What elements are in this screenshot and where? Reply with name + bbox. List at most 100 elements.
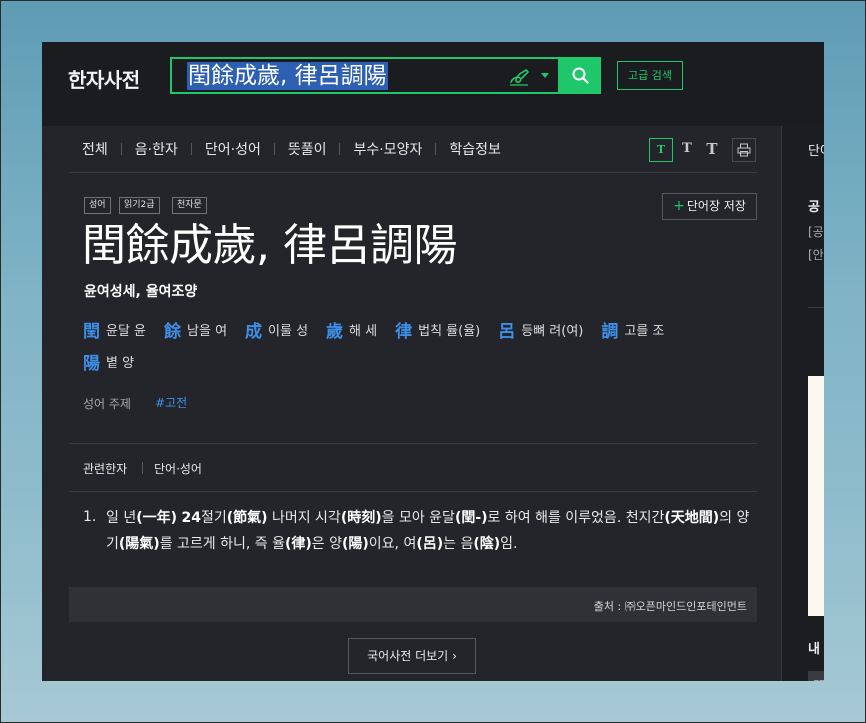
hanja-item: 餘 남을 여 [164, 317, 227, 342]
topic-tag-link[interactable]: #고전 [155, 394, 187, 411]
hanja-link[interactable]: 成 [245, 317, 262, 342]
sidebar-heading: 내 [808, 642, 820, 657]
handwriting-icon[interactable] [508, 67, 530, 87]
source-bar: 출처 : ㈜오픈마인드인포테인먼트 [69, 587, 757, 622]
tab-sound-hanja[interactable]: 음·한자 [135, 139, 178, 159]
menu-divider [339, 143, 341, 155]
hanja-link[interactable]: 呂 [498, 317, 515, 342]
hanja-list-row-1: 閏 윤달 윤 餘 남을 여 成 이룰 성 歲 해 세 律 법칙 률(율) 呂 등뼈 려(여)… [83, 317, 682, 342]
search-button[interactable] [560, 57, 601, 94]
hanja-meaning: 남을 여 [187, 323, 228, 339]
definition-hanja-segment: 24 [181, 510, 201, 526]
hanja-link[interactable]: 調 [601, 317, 618, 342]
menu-divider [190, 143, 192, 155]
save-to-wordbook-button[interactable]: + 단어장 저장 [662, 193, 757, 220]
menu-divider [435, 143, 437, 155]
more-dictionary-button[interactable]: 국어사전 더보기 › [348, 638, 476, 674]
section-divider [69, 443, 757, 444]
brand-logo[interactable]: 한자사전 [68, 64, 140, 93]
hanja-link[interactable]: 陽 [83, 349, 100, 374]
definition-segment: 일 년 [106, 510, 137, 526]
font-size-medium-button[interactable]: T [675, 138, 699, 162]
hanja-link[interactable]: 閏 [83, 317, 100, 342]
hanja-meaning: 볕 양 [106, 355, 135, 371]
hanja-item: 律 법칙 률(율) [395, 317, 480, 342]
menu-divider-line [69, 172, 757, 173]
hanja-meaning: 이룰 성 [268, 323, 309, 339]
definition-segment: 를 고르게 하니, 즉 율 [159, 536, 285, 552]
definition-hanja-segment: (閏-) [454, 510, 488, 526]
chevron-right-icon: › [452, 649, 457, 663]
right-sidebar: 단어 공 [공 [안 내 閏 [781, 126, 824, 681]
sidebar-line: [안 [808, 248, 824, 262]
menu-divider [273, 143, 275, 155]
definition-segment: 임. [500, 536, 518, 552]
idiom-topic-label: 성어 주제 [83, 397, 131, 411]
definition-hanja-segment: (一年) [136, 510, 178, 526]
hanja-link[interactable]: 律 [395, 317, 412, 342]
search-box[interactable]: 閏餘成歲, 律呂調陽 [170, 57, 560, 94]
hanja-meaning: 등뼈 려(여) [521, 323, 584, 339]
hanja-item: 陽볕 양 [83, 349, 134, 374]
chevron-down-icon[interactable] [541, 73, 549, 78]
search-icon [572, 67, 589, 84]
font-size-small-button[interactable]: T [649, 138, 673, 162]
section-divider [69, 491, 757, 492]
hanja-item: 調 고를 조 [601, 317, 664, 342]
print-button[interactable] [732, 138, 756, 162]
source-text: 출처 : ㈜오픈마인드인포테인먼트 [593, 600, 747, 613]
definition-hanja-segment: (陽氣) [118, 536, 160, 552]
print-icon [737, 143, 751, 157]
definition-hanja-segment: (律) [284, 536, 312, 552]
hanja-item: 呂 등뼈 려(여) [498, 317, 583, 342]
sidebar-tab[interactable]: 단어 [808, 140, 824, 159]
entry-reading: 윤여성세, 율여조양 [84, 284, 198, 300]
hanja-meaning: 법칙 률(율) [418, 323, 481, 339]
definition-hanja-segment: (陰) [473, 536, 501, 552]
tab-meaning[interactable]: 뜻풀이 [288, 139, 327, 159]
font-size-large-button[interactable]: T [700, 138, 724, 162]
hanja-meaning: 윤달 윤 [106, 323, 147, 339]
tab-radical-shape[interactable]: 부수·모양자 [353, 139, 422, 159]
definition-text: 일 년(一年) 24절기(節氣) 나머지 시각(時刻)을 모아 윤달(閏-)로 … [106, 505, 756, 557]
tab-all[interactable]: 전체 [82, 139, 108, 159]
badge-idiom: 성어 [84, 197, 111, 214]
category-menu: 전체 음·한자 단어·성어 뜻풀이 부수·모양자 학습정보 [82, 139, 501, 159]
search-input[interactable]: 閏餘成歲, 律呂調陽 [187, 62, 388, 90]
hanja-meaning: 고를 조 [624, 323, 665, 339]
tab-related-hanja[interactable]: 관련한자 [83, 460, 127, 477]
dictionary-app: 한자사전 閏餘成歲, 律呂調陽 고급 검색 전체 음·한자 단어·성어 뜻풀이 … [42, 42, 824, 681]
hanja-item: 成 이룰 성 [245, 317, 308, 342]
definition-hanja-segment: (天地間) [664, 510, 720, 526]
sidebar-hanja-chip[interactable]: 閏 [808, 671, 824, 681]
advanced-search-button[interactable]: 고급 검색 [617, 61, 683, 90]
sidebar-panel [808, 376, 824, 616]
tab-word-idiom[interactable]: 단어·성어 [205, 139, 261, 159]
tab-learning-info[interactable]: 학습정보 [449, 139, 501, 159]
definition-segment: 은 양 [311, 536, 342, 552]
sidebar-divider [808, 307, 824, 308]
definition-number: 1. [83, 509, 97, 525]
more-label: 국어사전 더보기 [367, 649, 449, 663]
hanja-item: 閏 윤달 윤 [83, 317, 146, 342]
hanja-link[interactable]: 餘 [164, 317, 181, 342]
plus-icon: + [673, 198, 685, 214]
hanja-meaning: 해 세 [349, 323, 378, 339]
sidebar-line: [공 [808, 225, 824, 239]
definition-segment: 절기 [200, 510, 227, 526]
tab-divider [142, 462, 143, 474]
definition-segment: 로 하여 해를 이루었음. 천지간 [487, 510, 665, 526]
hanja-link[interactable]: 歲 [326, 317, 343, 342]
definition-segment: 는 음 [443, 536, 474, 552]
badge-reading-level: 읽기2급 [119, 197, 160, 214]
tab-related-words[interactable]: 단어·성어 [154, 460, 202, 477]
save-label: 단어장 저장 [686, 199, 746, 213]
header-bar: 한자사전 閏餘成歲, 律呂調陽 고급 검색 [42, 42, 824, 126]
definition-hanja-segment: (時刻) [340, 510, 382, 526]
definition-hanja-segment: (節氣) [226, 510, 268, 526]
menu-divider [120, 143, 122, 155]
badge-thousand-characters: 천자문 [172, 197, 207, 214]
definition-segment: 이요, 여 [368, 536, 417, 552]
definition-hanja-segment: (陽) [342, 536, 369, 552]
entry-headword: 閏餘成歲, 律呂調陽 [82, 220, 457, 271]
